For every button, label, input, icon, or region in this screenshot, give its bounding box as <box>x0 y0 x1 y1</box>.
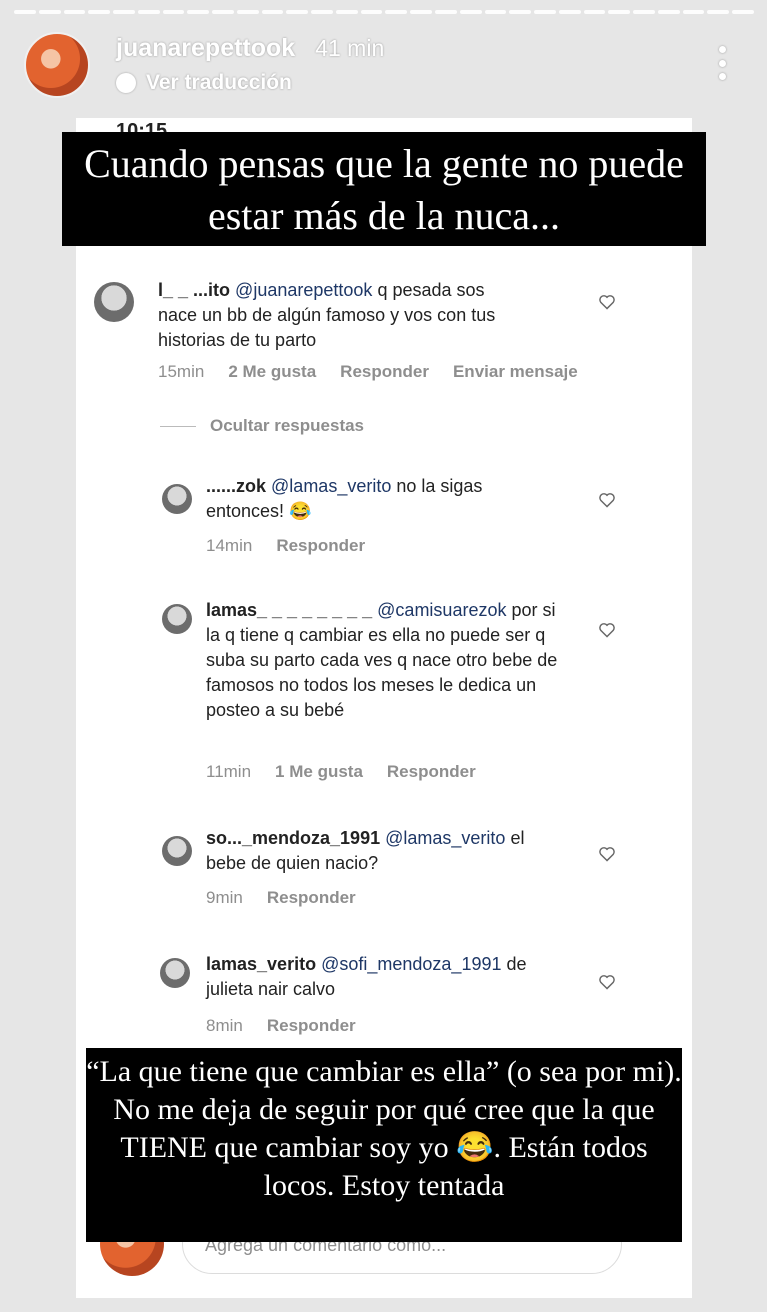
translate-label: Ver traducción <box>146 71 292 94</box>
comment-username[interactable]: lamas_verito <box>206 954 316 974</box>
heart-icon[interactable] <box>598 974 616 990</box>
likes-count[interactable]: 2 Me gusta <box>228 362 316 382</box>
likes-count[interactable]: 1 Me gusta <box>275 762 363 782</box>
translate-button[interactable]: Ver traducción <box>116 71 384 95</box>
divider <box>160 425 196 427</box>
story-caption-bottom: “La que tiene que cambiar es ella” (o se… <box>86 1048 682 1242</box>
comment-username[interactable]: l_ _ ...ito <box>158 280 230 300</box>
heart-icon[interactable] <box>598 846 616 862</box>
comment-mention[interactable]: @camisuarezok <box>377 600 506 620</box>
comment-username[interactable]: lamas_ _ _ _ _ _ _ _ <box>206 600 372 620</box>
more-options-button[interactable] <box>717 46 727 80</box>
story-header: juanarepettook 41 min Ver traducción <box>24 32 384 98</box>
reply-button[interactable]: Responder <box>387 762 476 782</box>
comment-mention[interactable]: @lamas_verito <box>385 828 505 848</box>
more-dot-icon <box>718 59 726 67</box>
comment-time: 14min <box>206 536 253 555</box>
comment-avatar[interactable] <box>162 836 192 866</box>
heart-icon[interactable] <box>598 492 616 508</box>
comment-mention[interactable]: @sofi_mendoza_1991 <box>321 954 501 974</box>
profile-avatar[interactable] <box>24 32 90 98</box>
more-dot-icon <box>718 46 726 53</box>
reply-button[interactable]: Responder <box>276 536 365 556</box>
send-message-button[interactable]: Enviar mensaje <box>453 362 578 382</box>
comment-time: 11min <box>206 762 252 781</box>
story-time: 41 min <box>315 35 385 61</box>
comment-username[interactable]: ......zok <box>206 476 266 496</box>
more-dot-icon <box>718 73 726 80</box>
heart-icon[interactable] <box>598 294 616 310</box>
reply-button[interactable]: Responder <box>340 362 429 382</box>
story-username[interactable]: juanarepettook <box>116 34 295 63</box>
reply-button[interactable]: Responder <box>267 888 356 908</box>
hide-replies-button[interactable]: Ocultar respuestas <box>160 416 364 436</box>
comment-time: 9min <box>206 888 243 907</box>
comment-username[interactable]: so..._mendoza_1991 <box>206 828 380 848</box>
reply-button[interactable]: Responder <box>267 1016 356 1036</box>
story-progress-bar <box>14 10 754 14</box>
comment-avatar[interactable] <box>162 604 192 634</box>
comment-time: 8min <box>206 1016 243 1035</box>
comment-avatar[interactable] <box>160 958 190 988</box>
comment-avatar[interactable] <box>162 484 192 514</box>
comment-time: 15min <box>158 362 205 381</box>
comment-mention[interactable]: @juanarepettook <box>235 280 372 300</box>
comment-avatar[interactable] <box>94 282 134 322</box>
comment-mention[interactable]: @lamas_verito <box>271 476 391 496</box>
heart-icon[interactable] <box>598 622 616 638</box>
story-caption-top: Cuando pensas que la gente no puede esta… <box>62 132 706 246</box>
hide-replies-label: Ocultar respuestas <box>210 416 365 435</box>
translate-icon <box>116 73 136 93</box>
